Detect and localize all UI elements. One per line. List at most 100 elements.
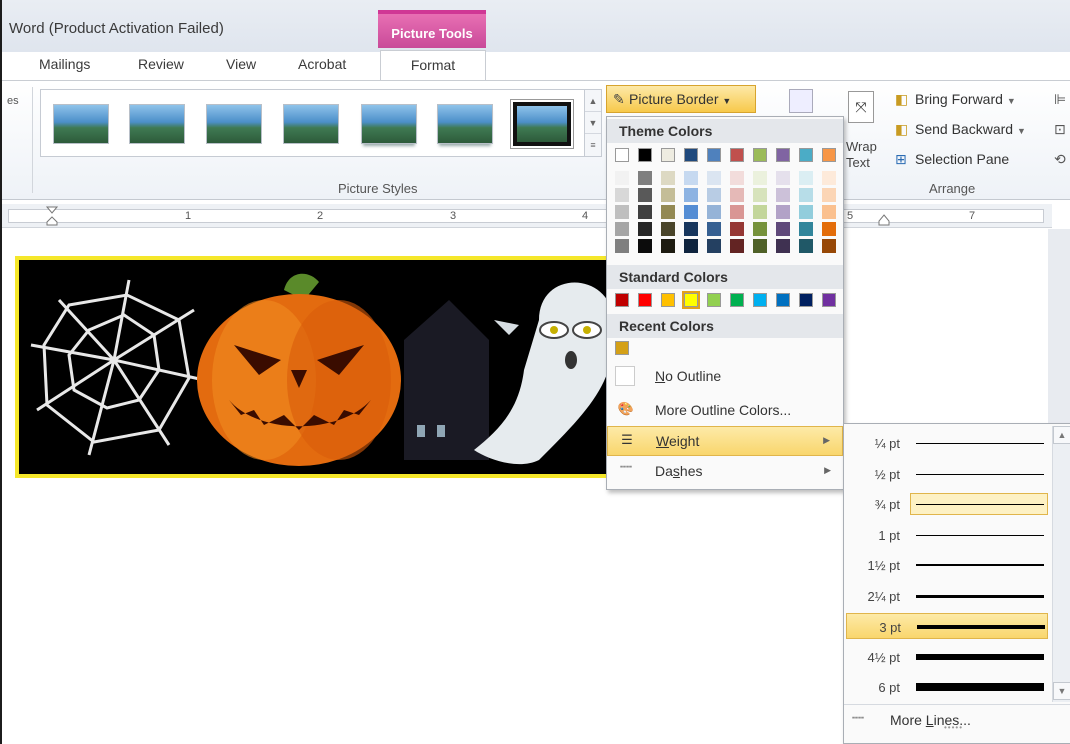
scroll-up-icon[interactable]: ▲	[1053, 426, 1070, 444]
send-backward-button[interactable]: ◧ Send Backward ▼	[895, 121, 1026, 138]
theme-color-shade-swatch[interactable]	[776, 205, 790, 219]
theme-color-shade-swatch[interactable]	[799, 205, 813, 219]
theme-color-shade-swatch[interactable]	[822, 188, 836, 202]
wrap-text-icon[interactable]: ⤧	[848, 91, 874, 123]
align-icon[interactable]: ⊫	[1054, 91, 1066, 108]
weight-option[interactable]: 3 pt	[846, 613, 1048, 639]
style-thumbnail[interactable]	[129, 104, 185, 144]
weight-option[interactable]: 4½ pt	[846, 644, 1048, 670]
tab-review[interactable]: Review	[138, 56, 184, 72]
theme-color-shade-swatch[interactable]	[638, 205, 652, 219]
standard-color-swatch[interactable]	[730, 293, 744, 307]
standard-color-swatch[interactable]	[682, 291, 700, 309]
theme-color-swatch[interactable]	[707, 148, 721, 162]
theme-color-shade-swatch[interactable]	[638, 239, 652, 253]
standard-color-swatch[interactable]	[799, 293, 813, 307]
theme-color-swatch[interactable]	[615, 148, 629, 162]
weight-option[interactable]: 1½ pt	[846, 552, 1048, 578]
picture-styles-gallery[interactable]	[40, 89, 600, 157]
theme-color-shade-swatch[interactable]	[822, 205, 836, 219]
standard-color-swatch[interactable]	[822, 293, 836, 307]
theme-color-shade-swatch[interactable]	[822, 171, 836, 185]
scroll-down-icon[interactable]: ▼	[1053, 682, 1070, 700]
theme-color-shade-swatch[interactable]	[638, 171, 652, 185]
standard-color-swatch[interactable]	[753, 293, 767, 307]
theme-color-shade-swatch[interactable]	[753, 239, 767, 253]
tab-format[interactable]: Format	[380, 50, 486, 82]
theme-color-shade-swatch[interactable]	[707, 205, 721, 219]
theme-color-shade-swatch[interactable]	[615, 171, 629, 185]
style-thumbnail[interactable]	[283, 104, 339, 144]
weight-option[interactable]: 6 pt	[846, 674, 1048, 700]
theme-color-shade-swatch[interactable]	[707, 222, 721, 236]
standard-color-swatch[interactable]	[615, 293, 629, 307]
theme-color-shade-swatch[interactable]	[615, 222, 629, 236]
theme-color-shade-swatch[interactable]	[661, 222, 675, 236]
theme-color-shade-swatch[interactable]	[753, 171, 767, 185]
dashes-item[interactable]: ┅┅ Dashes ▶	[607, 457, 843, 487]
standard-color-swatch[interactable]	[661, 293, 675, 307]
picture-layout-icon[interactable]	[789, 89, 813, 113]
style-thumbnail[interactable]	[206, 104, 262, 144]
gallery-scroll[interactable]: ▲ ▼ ≡	[584, 89, 602, 157]
theme-color-shade-swatch[interactable]	[753, 205, 767, 219]
theme-color-swatch[interactable]	[730, 148, 744, 162]
indent-marker-icon[interactable]	[46, 206, 58, 226]
weight-option[interactable]: 2¼ pt	[846, 583, 1048, 609]
theme-color-shade-swatch[interactable]	[684, 222, 698, 236]
right-indent-marker-icon[interactable]	[878, 206, 890, 226]
theme-color-shade-swatch[interactable]	[661, 239, 675, 253]
theme-color-shade-swatch[interactable]	[776, 222, 790, 236]
weight-option[interactable]: ¾ pt	[846, 491, 1048, 517]
rotate-icon[interactable]: ⟲	[1054, 151, 1066, 168]
theme-color-swatch[interactable]	[661, 148, 675, 162]
theme-color-shade-swatch[interactable]	[822, 239, 836, 253]
weight-scrollbar[interactable]: ▲ ▼	[1052, 426, 1070, 702]
theme-color-shade-swatch[interactable]	[707, 188, 721, 202]
theme-color-shade-swatch[interactable]	[684, 171, 698, 185]
picture-border-button[interactable]: ✎ Picture Border ▼	[606, 85, 756, 113]
theme-color-swatch[interactable]	[638, 148, 652, 162]
theme-color-shade-swatch[interactable]	[753, 222, 767, 236]
theme-color-shade-swatch[interactable]	[776, 239, 790, 253]
horizontal-ruler[interactable]: 1 2 3 4 5 7	[2, 204, 1052, 228]
weight-item[interactable]: ☰ Weight ▶	[607, 426, 843, 456]
theme-color-shade-swatch[interactable]	[730, 171, 744, 185]
group-icon[interactable]: ⊡	[1054, 121, 1066, 138]
bring-forward-button[interactable]: ◧ Bring Forward ▼	[895, 91, 1016, 108]
theme-color-shade-swatch[interactable]	[661, 205, 675, 219]
weight-option[interactable]: 1 pt	[846, 522, 1048, 548]
theme-color-swatch[interactable]	[776, 148, 790, 162]
theme-color-shade-swatch[interactable]	[799, 171, 813, 185]
theme-color-shade-swatch[interactable]	[684, 188, 698, 202]
theme-color-shade-swatch[interactable]	[776, 171, 790, 185]
style-thumbnail[interactable]	[53, 104, 109, 144]
theme-color-shade-swatch[interactable]	[730, 188, 744, 202]
style-thumbnail[interactable]	[437, 104, 493, 144]
no-outline-item[interactable]: No Outline	[607, 362, 843, 392]
wrap-text-button[interactable]: Wrap Text	[846, 139, 877, 171]
selection-pane-button[interactable]: ⊞ Selection Pane	[895, 151, 1009, 168]
theme-color-swatch[interactable]	[753, 148, 767, 162]
theme-color-shade-swatch[interactable]	[638, 222, 652, 236]
theme-color-shade-swatch[interactable]	[661, 188, 675, 202]
theme-color-shade-swatch[interactable]	[615, 188, 629, 202]
theme-color-shade-swatch[interactable]	[799, 239, 813, 253]
theme-color-shade-swatch[interactable]	[776, 188, 790, 202]
standard-color-swatch[interactable]	[638, 293, 652, 307]
recent-color-swatch[interactable]	[615, 341, 629, 355]
theme-color-shade-swatch[interactable]	[684, 205, 698, 219]
theme-color-swatch[interactable]	[822, 148, 836, 162]
resize-grip-icon[interactable]: •••••	[944, 723, 963, 732]
weight-option[interactable]: ¼ pt	[846, 430, 1048, 456]
theme-color-shade-swatch[interactable]	[730, 222, 744, 236]
theme-color-shade-swatch[interactable]	[707, 171, 721, 185]
standard-color-swatch[interactable]	[776, 293, 790, 307]
theme-color-shade-swatch[interactable]	[661, 171, 675, 185]
style-thumbnail-selected[interactable]	[513, 102, 571, 146]
theme-color-shade-swatch[interactable]	[615, 205, 629, 219]
standard-color-swatch[interactable]	[707, 293, 721, 307]
theme-color-shade-swatch[interactable]	[730, 239, 744, 253]
theme-color-shade-swatch[interactable]	[684, 239, 698, 253]
gallery-more-icon[interactable]: ≡	[585, 134, 601, 156]
